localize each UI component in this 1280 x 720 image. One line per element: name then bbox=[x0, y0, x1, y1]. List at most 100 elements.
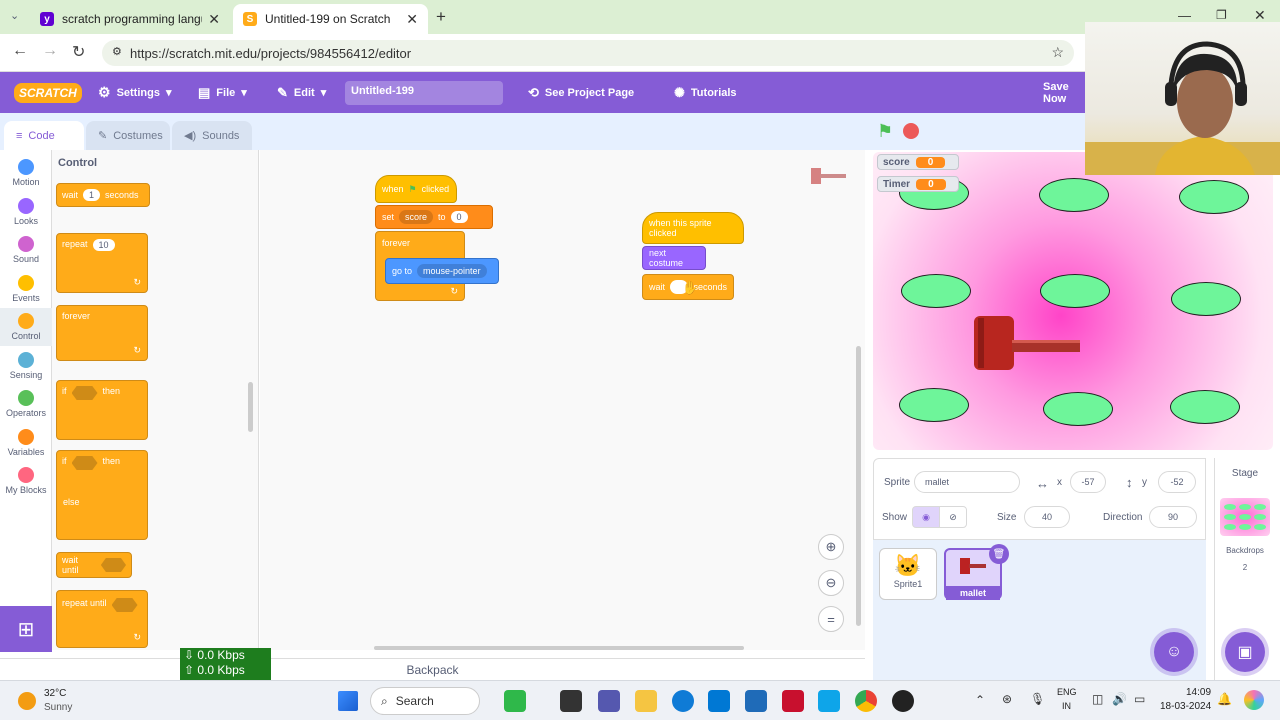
tab-sounds[interactable]: ◀) Sounds bbox=[172, 121, 252, 150]
if-then-block[interactable]: if then bbox=[56, 380, 148, 440]
y-input[interactable]: -52 bbox=[1158, 471, 1196, 493]
taskbar-search[interactable]: ⌕ Search bbox=[370, 687, 480, 715]
close-window-icon[interactable]: ✕ bbox=[1254, 7, 1266, 24]
save-now-button[interactable]: Save Now bbox=[1043, 72, 1085, 113]
restore-icon[interactable]: ❐ bbox=[1216, 8, 1227, 22]
new-tab-icon[interactable]: + bbox=[436, 7, 446, 27]
copilot-icon[interactable] bbox=[1244, 690, 1264, 710]
repeat-until-block[interactable]: repeat until ↻ bbox=[56, 590, 148, 648]
chrome-icon[interactable] bbox=[855, 690, 877, 712]
timer-monitor[interactable]: Timer 0 bbox=[877, 176, 959, 192]
recycle-icon[interactable] bbox=[504, 690, 526, 712]
wifi-icon[interactable]: ◫ bbox=[1092, 692, 1103, 706]
mallet-sprite[interactable] bbox=[968, 312, 1083, 377]
store-icon[interactable] bbox=[708, 690, 730, 712]
tab-list-chevron-icon[interactable]: ⌄ bbox=[10, 9, 19, 22]
tab-costumes[interactable]: ✎ Costumes bbox=[86, 121, 170, 150]
delete-sprite-button[interactable]: 🗑 bbox=[989, 544, 1009, 564]
category-events[interactable]: Events bbox=[0, 270, 52, 308]
condition-slot[interactable] bbox=[100, 558, 126, 572]
url-field[interactable]: ⚙ https://scratch.mit.edu/projects/98455… bbox=[102, 40, 1074, 66]
weather-temp[interactable]: 32°C bbox=[44, 688, 66, 699]
when-sprite-clicked-block[interactable]: when this sprite clicked bbox=[642, 212, 744, 244]
if-then-else-block[interactable]: if then else bbox=[56, 450, 148, 540]
zoom-out-button[interactable]: ⊖ bbox=[818, 570, 844, 596]
project-title-input[interactable]: Untitled-199 bbox=[345, 81, 503, 105]
workspace-v-scrollbar[interactable] bbox=[856, 346, 861, 626]
browser-tab-scratch[interactable]: S Untitled-199 on Scratch ✕ bbox=[233, 4, 428, 34]
category-operators[interactable]: Operators bbox=[0, 385, 52, 423]
x-input[interactable]: -57 bbox=[1070, 471, 1106, 493]
windows-start-icon[interactable] bbox=[338, 691, 358, 711]
category-motion[interactable]: Motion bbox=[0, 154, 52, 192]
back-icon[interactable]: ← bbox=[12, 42, 28, 60]
edge-icon[interactable] bbox=[672, 690, 694, 712]
wait-until-block[interactable]: wait until bbox=[56, 552, 132, 578]
sprite-tile-sprite1[interactable]: 🐱 Sprite1 bbox=[879, 548, 937, 600]
block-input[interactable]: 10 bbox=[92, 239, 115, 251]
linkedin-icon[interactable] bbox=[745, 690, 767, 712]
size-input[interactable]: 40 bbox=[1024, 506, 1070, 528]
code-workspace[interactable]: when ⚑ clicked set score to 0 forever ↻ go to… bbox=[260, 150, 865, 650]
choose-backdrop-button[interactable]: ▣ bbox=[1225, 632, 1265, 672]
teams-icon[interactable] bbox=[598, 690, 620, 712]
condition-slot[interactable] bbox=[71, 456, 98, 470]
choose-sprite-button[interactable]: ☺ bbox=[1154, 632, 1194, 672]
forever-block[interactable]: forever ↻ bbox=[56, 305, 148, 361]
network-icon[interactable]: ⊛ bbox=[1002, 692, 1012, 706]
microphone-icon[interactable]: 🎙 bbox=[1030, 692, 1045, 706]
bookmark-star-icon[interactable]: ☆ bbox=[1051, 44, 1064, 61]
zoom-reset-button[interactable]: = bbox=[818, 606, 844, 632]
palette-scrollbar[interactable] bbox=[248, 382, 253, 432]
tab-code[interactable]: ≡ Code bbox=[4, 121, 84, 150]
set-variable-block[interactable]: set score to 0 bbox=[375, 205, 493, 229]
repeat-block[interactable]: repeat 10 ↻ bbox=[56, 233, 148, 293]
backpack-bar[interactable]: Backpack bbox=[0, 658, 865, 680]
scratch-logo[interactable]: SCRATCH bbox=[14, 72, 82, 113]
show-visible-button[interactable]: ◉ bbox=[912, 506, 940, 528]
stop-sign-icon[interactable] bbox=[903, 123, 919, 139]
wait-block[interactable]: wait 1 seconds bbox=[56, 183, 150, 207]
app-icon[interactable] bbox=[892, 690, 914, 712]
show-hidden-button[interactable]: ⊘ bbox=[939, 506, 967, 528]
category-sound[interactable]: Sound bbox=[0, 231, 52, 269]
app-icon[interactable] bbox=[818, 690, 840, 712]
category-sensing[interactable]: Sensing bbox=[0, 347, 52, 385]
block-input[interactable]: 0 bbox=[450, 211, 468, 223]
tutorials-button[interactable]: ✺ Tutorials bbox=[674, 72, 737, 113]
workspace-h-scrollbar[interactable] bbox=[374, 646, 744, 650]
app-icon[interactable] bbox=[560, 690, 582, 712]
score-monitor[interactable]: score 0 bbox=[877, 154, 959, 170]
add-extension-button[interactable]: ⊞ bbox=[0, 606, 52, 652]
close-tab-icon[interactable]: ✕ bbox=[406, 11, 418, 28]
variable-dropdown[interactable]: score bbox=[399, 210, 434, 224]
forward-icon[interactable]: → bbox=[42, 42, 58, 60]
target-dropdown[interactable]: mouse-pointer bbox=[417, 264, 487, 278]
notification-bell-icon[interactable]: 🔔 bbox=[1217, 692, 1232, 706]
next-costume-block[interactable]: next costume bbox=[642, 246, 706, 270]
file-menu[interactable]: ▤ File ▾ bbox=[198, 72, 247, 113]
edit-menu[interactable]: ✎ Edit ▾ bbox=[277, 72, 326, 113]
reload-icon[interactable]: ↻ bbox=[72, 42, 85, 62]
stage-canvas[interactable]: score 0 Timer 0 bbox=[873, 152, 1273, 450]
browser-tab-yahoo[interactable]: y scratch programming language ✕ bbox=[30, 4, 230, 34]
close-tab-icon[interactable]: ✕ bbox=[208, 11, 220, 28]
green-flag-icon[interactable]: ⚑ bbox=[877, 121, 893, 142]
condition-slot[interactable] bbox=[111, 598, 138, 612]
chevron-up-icon[interactable]: ⌃ bbox=[975, 693, 985, 707]
block-input[interactable]: 1 bbox=[83, 189, 101, 201]
backdrop-thumbnail[interactable] bbox=[1220, 498, 1270, 536]
see-project-page-button[interactable]: ⟲ See Project Page bbox=[528, 72, 634, 113]
mcafee-icon[interactable] bbox=[782, 690, 804, 712]
zoom-in-button[interactable]: ⊕ bbox=[818, 534, 844, 560]
direction-input[interactable]: 90 bbox=[1149, 506, 1197, 528]
settings-menu[interactable]: ⚙ Settings ▾ bbox=[98, 72, 172, 113]
category-control[interactable]: Control bbox=[0, 308, 52, 346]
go-to-block[interactable]: go to mouse-pointer bbox=[385, 258, 499, 284]
battery-icon[interactable]: ▭ bbox=[1134, 692, 1145, 706]
language-code[interactable]: ENG bbox=[1057, 687, 1077, 697]
minimize-icon[interactable]: — bbox=[1178, 8, 1191, 23]
condition-slot[interactable] bbox=[71, 386, 98, 400]
stage-selector[interactable]: Stage Backdrops 2 ▣ bbox=[1214, 458, 1280, 680]
sprite-name-input[interactable]: mallet bbox=[914, 471, 1020, 493]
